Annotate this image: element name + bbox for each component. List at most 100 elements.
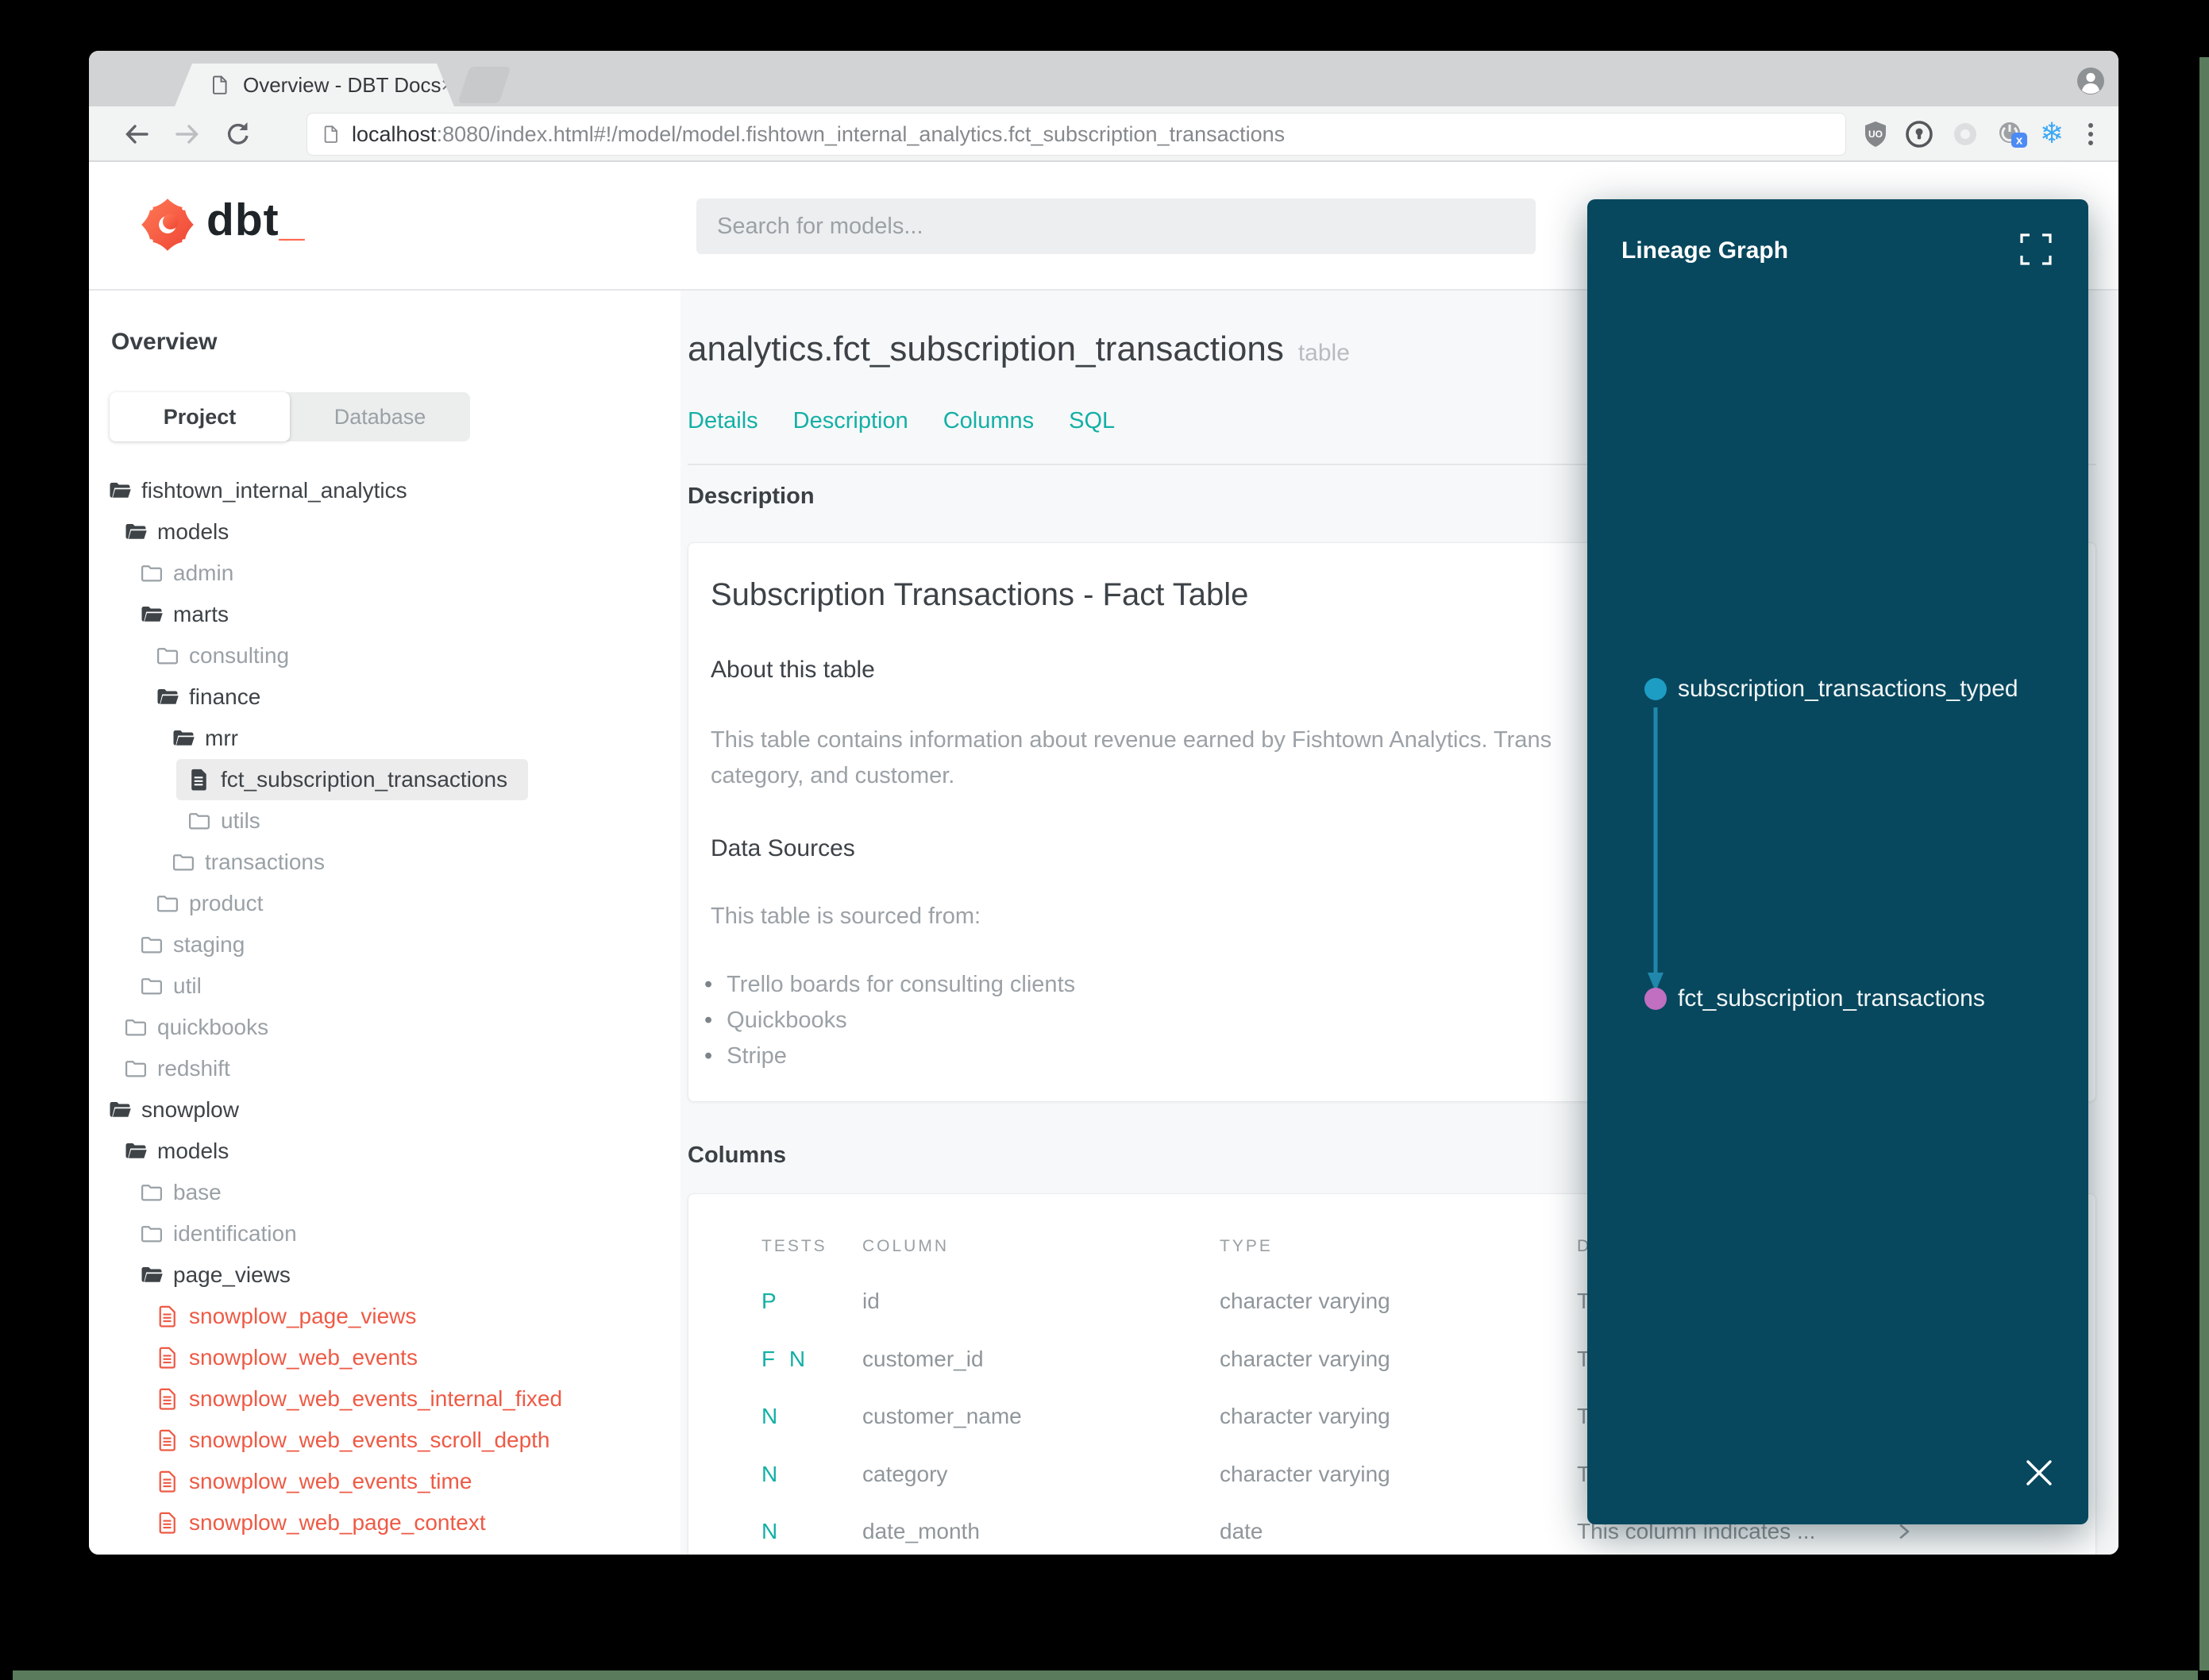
tree-item-label: snowplow_web_events_time [189, 1469, 472, 1493]
tree-item[interactable]: fishtown_internal_analytics [97, 470, 428, 511]
about-paragraph: This table contains information about re… [711, 727, 1552, 788]
materialization-badge: table [1297, 340, 1350, 366]
tree-item[interactable]: redshift [113, 1048, 251, 1089]
browser-toolbar: localhost:8080/index.html#!/model/model.… [89, 106, 2118, 162]
onepassword-extension-icon[interactable] [1903, 118, 1935, 150]
tree-item-icon [156, 1346, 179, 1370]
tree-item[interactable]: admin [129, 553, 254, 594]
refresh-icon[interactable] [222, 118, 254, 150]
doc-nav-details[interactable]: Details [688, 408, 758, 433]
tree-item[interactable]: staging [129, 924, 265, 965]
tree-item-icon [156, 1511, 179, 1535]
tree-item-icon [140, 1263, 164, 1287]
column-header: TESTS [761, 1237, 827, 1255]
tree-item-label: identification [173, 1221, 297, 1246]
dbt-logo-icon[interactable] [138, 197, 197, 252]
toggle-database[interactable]: Database [290, 392, 470, 441]
lineage-node-parent[interactable] [1644, 678, 1667, 700]
tree-item[interactable]: snowplow_web_events_time [145, 1461, 492, 1502]
tree-item-label: quickbooks [157, 1015, 269, 1039]
tree-item[interactable]: transactions [160, 842, 345, 883]
close-icon[interactable] [2022, 1455, 2057, 1490]
tree-item-icon [156, 1470, 179, 1493]
tree-item-icon [124, 520, 148, 544]
tree-item[interactable]: util [129, 965, 222, 1007]
tree-item-label: snowplow_web_events [189, 1345, 418, 1370]
doc-nav-columns[interactable]: Columns [943, 408, 1034, 433]
url-host: localhost [352, 121, 437, 146]
profile-avatar-icon[interactable] [2076, 67, 2105, 95]
tree-item[interactable]: snowplow_web_events [145, 1337, 438, 1378]
browser-menu-icon[interactable] [2075, 118, 2107, 150]
tree-item[interactable]: utils [176, 800, 281, 842]
tree-item[interactable]: product [145, 883, 283, 924]
sources-intro: This table is sourced from: [711, 904, 981, 929]
tree-item[interactable]: models [113, 511, 249, 553]
tree-item[interactable]: snowplow_page_views [145, 1296, 437, 1337]
cell-tests: N [761, 1519, 778, 1543]
cell-column: id [862, 1289, 880, 1313]
tree-item[interactable]: identification [129, 1213, 318, 1254]
about-heading: About this table [711, 657, 875, 683]
cell-type: character varying [1220, 1404, 1390, 1428]
cell-type: date [1220, 1519, 1263, 1543]
search-input[interactable] [696, 198, 1536, 254]
forward-icon[interactable] [172, 118, 203, 150]
tree-item[interactable]: page_views [129, 1254, 311, 1296]
new-tab-button[interactable] [457, 67, 511, 103]
dbt-logo-text[interactable]: dbt_ [206, 194, 305, 246]
tree-item-label: admin [173, 561, 234, 585]
tree-item-label: mrr [205, 726, 238, 750]
url-bar[interactable]: localhost:8080/index.html#!/model/model.… [306, 113, 1846, 156]
back-icon[interactable] [121, 118, 152, 150]
sidebar-title: Overview [111, 329, 218, 355]
cell-tests: P [761, 1289, 777, 1313]
tree-item[interactable]: base [129, 1172, 242, 1213]
tree-item-label: finance [189, 684, 261, 709]
source-list-item: Quickbooks [704, 1003, 1075, 1038]
browser-tab[interactable]: Overview - DBT Docs × [175, 64, 454, 106]
tree-item-icon [140, 1222, 164, 1246]
cell-column: customer_name [862, 1404, 1022, 1428]
url-path: :8080/index.html#!/model/model.fishtown_… [436, 121, 1286, 146]
tree-item-label: base [173, 1180, 222, 1204]
sidebar-view-toggle: Project Database [110, 392, 470, 441]
source-list-item: Stripe [704, 1038, 1075, 1074]
tree-item-label: page_views [173, 1262, 291, 1287]
tree-item-label: fishtown_internal_analytics [141, 478, 407, 503]
tree-item[interactable]: marts [129, 594, 249, 635]
tab-close-icon[interactable]: × [441, 75, 453, 96]
tree-item-label: redshift [157, 1056, 230, 1081]
tree-item[interactable]: snowplow_web_events_internal_fixed [145, 1378, 583, 1420]
tree-item[interactable]: fct_subscription_transactions [176, 759, 529, 800]
doc-nav-description[interactable]: Description [793, 408, 908, 433]
tree-item[interactable]: consulting [145, 635, 310, 676]
ublock-extension-icon[interactable]: UO [1860, 118, 1891, 150]
tree-item-icon [187, 809, 211, 833]
tree-item[interactable]: snowplow [97, 1089, 260, 1131]
tree-item[interactable]: quickbooks [113, 1007, 289, 1048]
power-extension-icon[interactable]: x [1995, 118, 2027, 150]
tree-item[interactable]: finance [145, 676, 281, 718]
toggle-project[interactable]: Project [110, 392, 290, 441]
tree-item-label: util [173, 973, 202, 998]
tree-item[interactable]: snowplow_web_page_context [145, 1502, 507, 1543]
chevron-right-icon[interactable] [1895, 1522, 1914, 1541]
tree-item[interactable]: models [113, 1131, 249, 1172]
snowflake-extension-icon[interactable]: ❄ [2040, 118, 2064, 149]
tree-item-icon [172, 850, 195, 874]
tree-item-icon [187, 768, 211, 792]
tree-item-icon [156, 1428, 179, 1452]
cell-type: character varying [1220, 1461, 1390, 1486]
lineage-panel: Lineage Graph subscription_transactions_… [1587, 199, 2088, 1524]
tree-item[interactable]: snowplow_web_events_scroll_depth [145, 1420, 571, 1461]
lineage-node-current-label: fct_subscription_transactions [1678, 985, 1985, 1011]
cell-tests: N [761, 1404, 778, 1428]
doc-nav-sql[interactable]: SQL [1069, 408, 1115, 433]
opera-extension-icon[interactable] [1949, 118, 1981, 150]
sources-list: Trello boards for consulting clientsQuic… [704, 967, 1075, 1074]
tree-item[interactable]: mrr [160, 718, 259, 759]
lineage-node-current[interactable] [1644, 988, 1667, 1010]
cell-column: category [862, 1461, 948, 1486]
tab-title: Overview - DBT Docs [243, 72, 441, 97]
